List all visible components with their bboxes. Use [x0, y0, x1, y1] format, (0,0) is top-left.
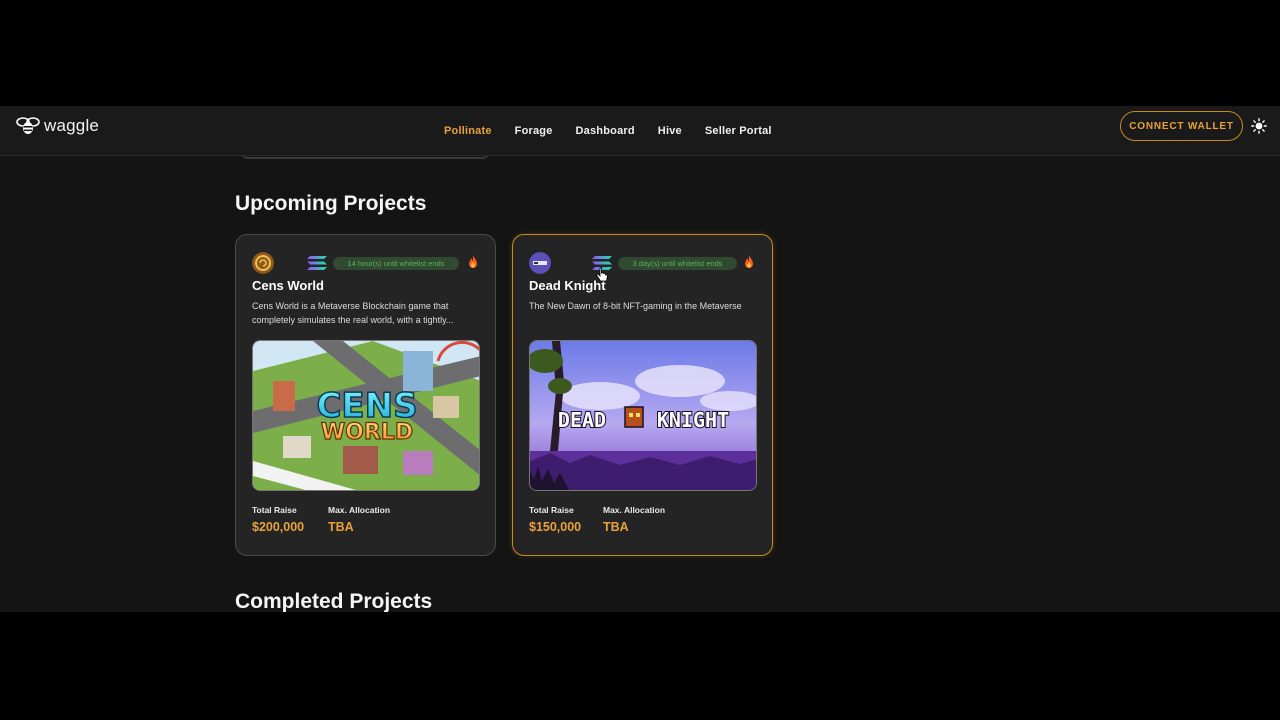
app-viewport: waggle Pollinate Forage Dashboard Hive S…: [0, 106, 1280, 612]
brand-logo[interactable]: waggle: [16, 116, 99, 136]
knight-helmet-icon: [624, 406, 644, 428]
nav-item-pollinate[interactable]: Pollinate: [444, 125, 492, 137]
top-navbar: waggle Pollinate Forage Dashboard Hive S…: [0, 106, 1280, 156]
project-card-cens-world[interactable]: 14 hour(s) until whitelist ends Cens Wor…: [235, 234, 496, 556]
upcoming-projects-heading: Upcoming Projects: [235, 192, 427, 215]
dead-knight-avatar: [529, 252, 551, 274]
total-raise-value: $150,000: [529, 520, 582, 534]
nav-item-seller-portal[interactable]: Seller Portal: [705, 125, 772, 137]
solana-icon: [307, 256, 327, 270]
project-description: The New Dawn of 8-bit NFT-gaming in the …: [529, 301, 742, 311]
cens-world-banner-image: CENS WORLD: [252, 340, 480, 491]
connect-wallet-button[interactable]: CONNECT WALLET: [1120, 111, 1243, 141]
hand-cursor-icon: [596, 267, 608, 282]
nav-item-hive[interactable]: Hive: [658, 125, 682, 137]
max-allocation-value: TBA: [328, 520, 354, 534]
total-raise-value: $200,000: [252, 520, 305, 534]
nav-item-forage[interactable]: Forage: [515, 125, 553, 137]
whitelist-status-badge: 14 hour(s) until whitelist ends: [333, 257, 459, 270]
brand-name: waggle: [44, 116, 100, 135]
fire-icon: [469, 255, 477, 268]
nav-item-dashboard[interactable]: Dashboard: [576, 125, 635, 137]
project-description: Cens World is a Metaverse Blockchain gam…: [252, 301, 454, 325]
dead-knight-banner-image: DEAD KNIGHT: [529, 340, 757, 491]
sun-icon: [1251, 118, 1267, 134]
whitelist-status-badge: 3 day(s) until whitelist ends: [618, 257, 737, 270]
fire-icon: [745, 255, 753, 268]
project-title: Dead Knight: [529, 278, 606, 293]
dead-knight-logo-right: KNIGHT: [657, 408, 729, 432]
main-nav: Pollinate Forage Dashboard Hive Seller P…: [444, 106, 795, 156]
cens-world-avatar: [252, 252, 274, 274]
project-card-dead-knight[interactable]: 3 day(s) until whitelist ends Dead Knigh…: [512, 234, 773, 556]
theme-toggle-button[interactable]: [1250, 117, 1268, 135]
total-raise-label: Total Raise: [529, 505, 574, 515]
total-raise-label: Total Raise: [252, 505, 297, 515]
bee-logo-icon: [16, 117, 40, 134]
max-allocation-label: Max. Allocation: [603, 505, 666, 515]
cens-world-logo-bottom: WORLD: [321, 420, 413, 445]
dead-knight-logo-left: DEAD: [558, 408, 606, 432]
max-allocation-value: TBA: [603, 520, 629, 534]
completed-projects-heading: Completed Projects: [235, 590, 433, 612]
max-allocation-label: Max. Allocation: [328, 505, 391, 515]
project-title: Cens World: [252, 278, 324, 293]
